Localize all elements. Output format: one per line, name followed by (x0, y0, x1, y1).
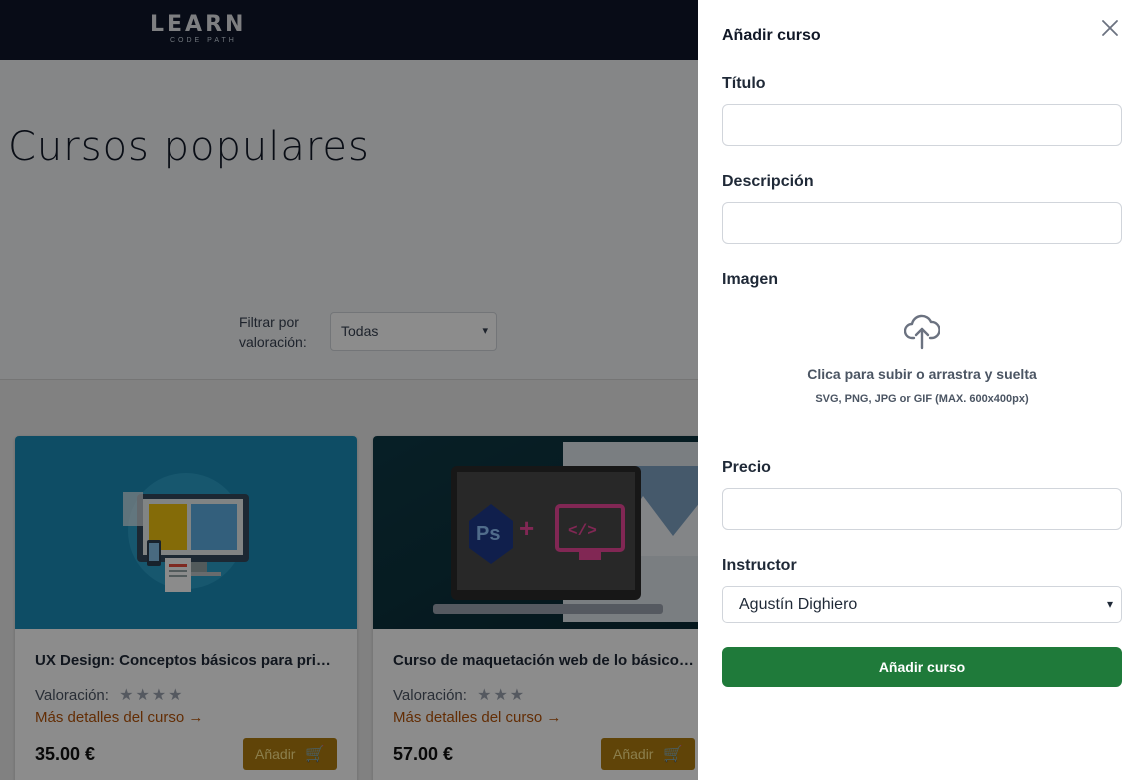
description-label: Descripción (722, 173, 814, 190)
add-course-submit-button[interactable]: Añadir curso (722, 647, 1122, 687)
instructor-value: Agustín Dighiero (739, 596, 858, 613)
price-label: Precio (722, 459, 771, 476)
chevron-down-icon: ▾ (1106, 597, 1113, 611)
instructor-label: Instructor (722, 557, 797, 574)
cloud-upload-icon (903, 312, 941, 350)
instructor-select[interactable]: Agustín Dighiero ▾ (722, 586, 1122, 623)
upload-instruction: Clica para subir o arrastra y suelta (807, 366, 1037, 382)
add-course-drawer: Añadir curso Título Descripción Imagen C… (698, 0, 1147, 780)
description-input[interactable] (722, 202, 1122, 244)
price-input[interactable] (722, 488, 1122, 530)
title-input[interactable] (722, 104, 1122, 146)
close-icon[interactable] (1100, 18, 1120, 38)
drawer-title: Añadir curso (722, 27, 821, 44)
image-upload-dropzone[interactable]: Clica para subir o arrastra y suelta SVG… (722, 300, 1122, 430)
modal-backdrop[interactable] (0, 0, 698, 780)
title-label: Título (722, 75, 766, 92)
upload-format-hint: SVG, PNG, JPG or GIF (MAX. 600x400px) (815, 393, 1029, 405)
image-label: Imagen (722, 271, 779, 288)
